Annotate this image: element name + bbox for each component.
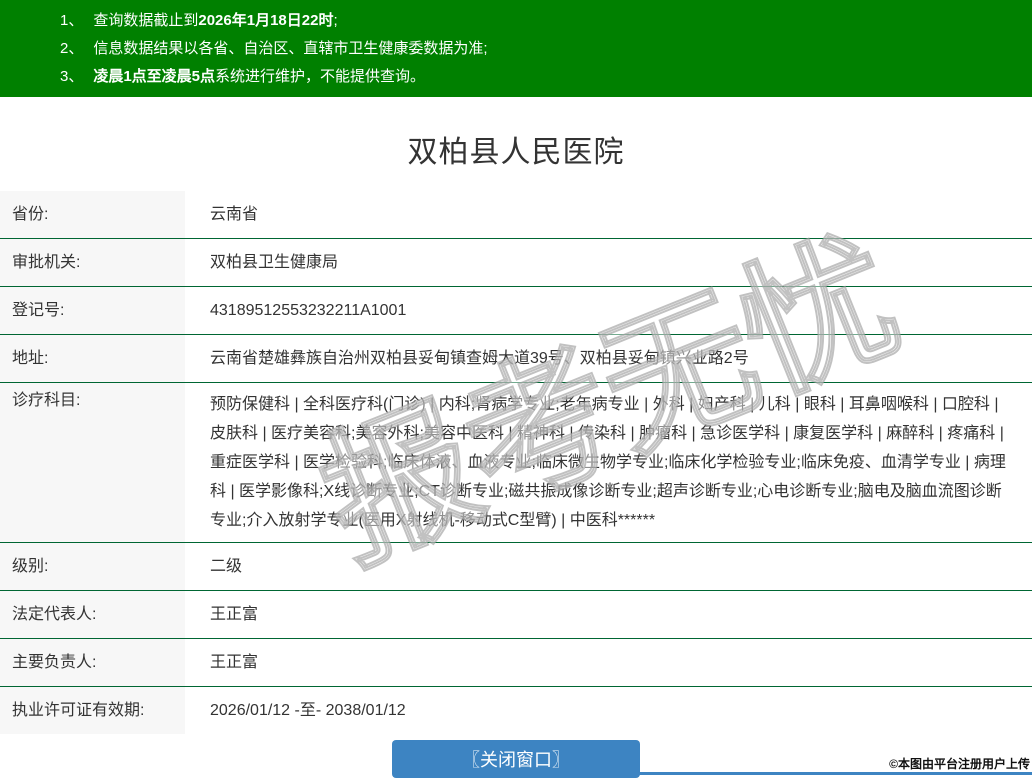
table-row-province: 省份: 云南省 bbox=[0, 191, 1032, 239]
table-row-registration-number: 登记号: 43189512553232211A1001 bbox=[0, 287, 1032, 335]
institution-info-table: 省份: 云南省 审批机关: 双柏县卫生健康局 登记号: 431895125532… bbox=[0, 191, 1032, 734]
field-label: 审批机关: bbox=[0, 239, 185, 286]
notice-header: 1、 查询数据截止到2026年1月18日22时; 2、 信息数据结果以各省、自治区、… bbox=[0, 0, 1032, 97]
table-row-approval-authority: 审批机关: 双柏县卫生健康局 bbox=[0, 239, 1032, 287]
table-row-address: 地址: 云南省楚雄彝族自治州双柏县妥甸镇查姆大道39号、双柏县妥甸镇兴业路2号 bbox=[0, 335, 1032, 383]
field-label: 省份: bbox=[0, 191, 185, 238]
notice-line-2: 2、 信息数据结果以各省、自治区、直辖市卫生健康委数据为准; bbox=[60, 35, 1012, 63]
notice-text: ; bbox=[333, 12, 338, 29]
uploader-stamp: ©本图由平台注册用户上传 bbox=[889, 757, 1030, 771]
notice-number: 2、 bbox=[60, 40, 84, 57]
field-label: 诊疗科目: bbox=[0, 383, 185, 542]
field-label: 登记号: bbox=[0, 287, 185, 334]
table-row-medical-departments: 诊疗科目: 预防保健科 | 全科医疗科(门诊) | 内科;肾病学专业;老年病专业… bbox=[0, 383, 1032, 543]
notice-number: 3、 bbox=[60, 68, 84, 85]
field-value: 2026/01/12 -至- 2038/01/12 bbox=[210, 702, 406, 719]
field-value: 王正富 bbox=[210, 654, 259, 671]
field-label: 执业许可证有效期: bbox=[0, 687, 185, 734]
field-value: 双柏县卫生健康局 bbox=[210, 254, 339, 271]
notice-text: 信息数据结果以各省、自治区、直辖市卫生健康委数据为准; bbox=[93, 40, 488, 57]
field-value: 云南省 bbox=[210, 206, 259, 223]
notice-line-1: 1、 查询数据截止到2026年1月18日22时; bbox=[60, 7, 1012, 35]
field-value: 王正富 bbox=[210, 606, 259, 623]
field-label: 主要负责人: bbox=[0, 639, 185, 686]
notice-text-bold: 凌晨1点至凌晨5点 bbox=[93, 68, 216, 85]
field-value: 二级 bbox=[210, 558, 243, 575]
field-label: 地址: bbox=[0, 335, 185, 382]
notice-text-bold: 2026年1月18日22时 bbox=[198, 12, 334, 29]
field-value: 43189512553232211A1001 bbox=[210, 302, 407, 319]
field-value: 预防保健科 | 全科医疗科(门诊) | 内科;肾病学专业;老年病专业 | 外科 … bbox=[210, 396, 1006, 529]
notice-line-3: 3、 凌晨1点至凌晨5点系统进行维护，不能提供查询。 bbox=[60, 63, 1012, 91]
notice-text: 系统进行维护，不能提供查询。 bbox=[215, 68, 426, 85]
table-row-license-validity: 执业许可证有效期: 2026/01/12 -至- 2038/01/12 bbox=[0, 687, 1032, 734]
field-label: 级别: bbox=[0, 543, 185, 590]
notice-text: 查询数据截止到 bbox=[93, 12, 199, 29]
page-title: 双柏县人民医院 bbox=[407, 136, 625, 169]
field-label: 法定代表人: bbox=[0, 591, 185, 638]
table-row-legal-representative: 法定代表人: 王正富 bbox=[0, 591, 1032, 639]
table-row-main-person-in-charge: 主要负责人: 王正富 bbox=[0, 639, 1032, 687]
notice-number: 1、 bbox=[60, 12, 84, 29]
field-value: 云南省楚雄彝族自治州双柏县妥甸镇查姆大道39号、双柏县妥甸镇兴业路2号 bbox=[210, 350, 749, 367]
table-row-level: 级别: 二级 bbox=[0, 543, 1032, 591]
